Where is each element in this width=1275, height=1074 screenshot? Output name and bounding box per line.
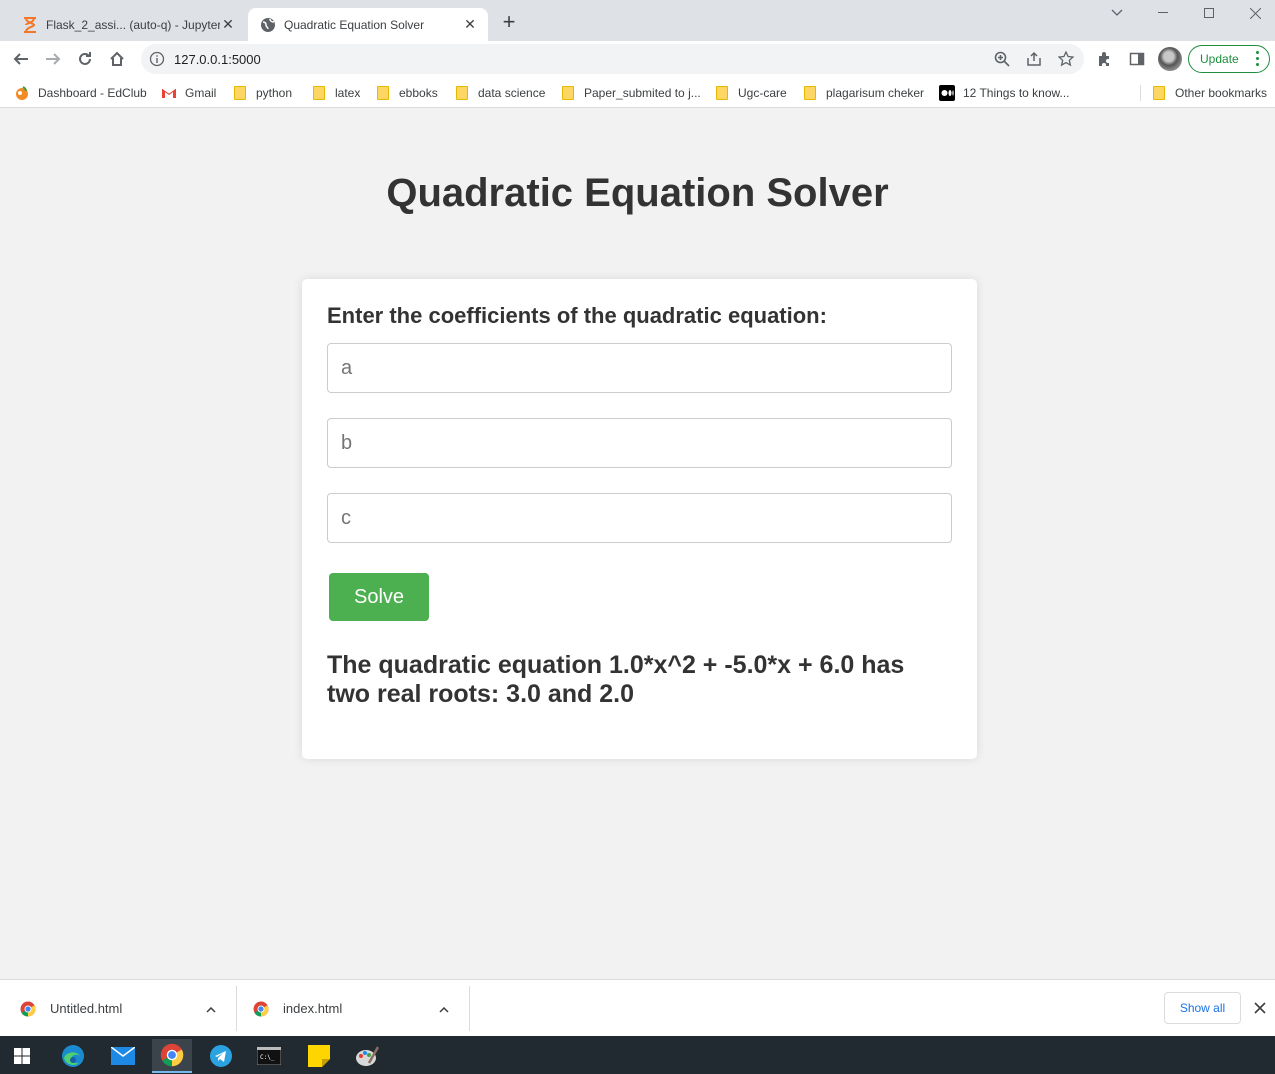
browser-toolbar: 127.0.0.1:5000 Update: [0, 41, 1275, 77]
profile-avatar[interactable]: [1158, 47, 1182, 71]
bookmark-12-things[interactable]: 12 Things to know...: [939, 82, 1070, 104]
bookmark-edclub[interactable]: Dashboard - EdClub: [14, 82, 147, 104]
mail-icon[interactable]: [103, 1039, 143, 1073]
windows-taskbar: C:\_: [0, 1036, 1275, 1074]
tab-title: Flask_2_assi... (auto-q) - JupyterL: [46, 17, 220, 32]
side-panel-icon[interactable]: [1124, 46, 1150, 72]
bookmark-latex[interactable]: latex: [311, 82, 360, 104]
folder-icon: [377, 86, 389, 100]
jupyter-hourglass-icon: [22, 16, 38, 33]
close-download-bar-icon[interactable]: [1250, 998, 1270, 1018]
minimize-icon[interactable]: [1140, 0, 1186, 26]
svg-text:C:\_: C:\_: [260, 1054, 275, 1061]
bookmark-gmail[interactable]: Gmail: [161, 82, 216, 104]
bookmark-label: Paper_submited to j...: [584, 86, 701, 100]
tab-close-icon[interactable]: ✕: [220, 16, 236, 33]
coefficient-b-input[interactable]: [327, 418, 952, 468]
solver-card: Enter the coefficients of the quadratic …: [302, 279, 977, 759]
bookmarks-divider: [1140, 85, 1141, 101]
folder-icon: [562, 86, 574, 100]
tab-strip: Flask_2_assi... (auto-q) - JupyterL ✕ Qu…: [0, 0, 1275, 41]
reload-icon[interactable]: [72, 46, 98, 72]
download-filename: index.html: [283, 1001, 343, 1016]
tab-title: Quadratic Equation Solver: [284, 17, 425, 32]
solve-button[interactable]: Solve: [329, 573, 429, 621]
bookmark-label: Other bookmarks: [1175, 86, 1268, 100]
maximize-icon[interactable]: [1186, 0, 1232, 26]
globe-icon: [260, 17, 276, 33]
chrome-icon: [20, 1001, 36, 1016]
windows-start-icon[interactable]: [2, 1039, 42, 1073]
tab-quadratic-solver[interactable]: Quadratic Equation Solver ✕: [248, 8, 488, 41]
edclub-icon: [16, 86, 28, 100]
extensions-icon[interactable]: [1092, 46, 1118, 72]
bookmark-label: ebboks: [399, 86, 438, 100]
new-tab-icon[interactable]: +: [497, 10, 521, 34]
url-text: 127.0.0.1:5000: [174, 52, 261, 67]
bookmark-plagarisum-cheker[interactable]: plagarisum cheker: [802, 82, 924, 104]
bookmark-python[interactable]: python: [232, 82, 292, 104]
download-item-index[interactable]: index.html: [253, 986, 463, 1031]
bookmark-ugc-care[interactable]: Ugc-care: [714, 82, 787, 104]
show-all-button[interactable]: Show all: [1164, 992, 1241, 1024]
telegram-icon[interactable]: [201, 1039, 241, 1073]
chrome-icon[interactable]: [152, 1039, 192, 1073]
download-divider: [469, 986, 470, 1031]
coefficient-c-input[interactable]: [327, 493, 952, 543]
site-info-icon[interactable]: [149, 51, 165, 67]
back-icon[interactable]: [8, 46, 34, 72]
bookmark-label: Dashboard - EdClub: [38, 86, 147, 100]
download-item-untitled[interactable]: Untitled.html: [20, 986, 230, 1031]
folder-icon: [804, 86, 816, 100]
folder-icon: [456, 86, 468, 100]
tab-close-icon[interactable]: ✕: [462, 16, 478, 33]
update-button[interactable]: Update: [1188, 45, 1270, 73]
folder-icon: [716, 86, 728, 100]
download-divider: [236, 986, 237, 1031]
bookmark-label: python: [256, 86, 293, 100]
bookmark-star-icon[interactable]: [1056, 49, 1076, 69]
bookmark-label: 12 Things to know...: [963, 86, 1070, 100]
bookmarks-bar: Dashboard - EdClub Gmail python latex eb…: [0, 77, 1275, 108]
page-content: Quadratic Equation Solver Enter the coef…: [0, 109, 1275, 979]
bookmark-paper-submitted[interactable]: Paper_submited to j...: [560, 82, 701, 104]
page-title: Quadratic Equation Solver: [386, 171, 889, 215]
gmail-icon: [161, 88, 177, 98]
sticky-notes-icon[interactable]: [299, 1039, 339, 1073]
update-label: Update: [1200, 52, 1239, 66]
folder-icon: [313, 86, 325, 100]
address-bar[interactable]: 127.0.0.1:5000: [141, 44, 1084, 74]
paint-icon[interactable]: [347, 1039, 387, 1073]
coefficient-a-input[interactable]: [327, 343, 952, 393]
bookmark-data-science[interactable]: data science: [454, 82, 545, 104]
other-bookmarks[interactable]: Other bookmarks: [1151, 82, 1267, 104]
result-text: The quadratic equation 1.0*x^2 + -5.0*x …: [327, 651, 905, 708]
form-heading: Enter the coefficients of the quadratic …: [327, 303, 827, 328]
medium-icon: [939, 85, 955, 101]
forward-icon[interactable]: [40, 46, 66, 72]
download-filename: Untitled.html: [50, 1001, 123, 1016]
zoom-icon[interactable]: [992, 49, 1012, 69]
home-icon[interactable]: [104, 46, 130, 72]
bookmark-label: Gmail: [185, 86, 217, 100]
chrome-icon: [253, 1001, 269, 1016]
edge-icon[interactable]: [53, 1039, 93, 1073]
bookmark-label: latex: [335, 86, 361, 100]
download-bar: Untitled.html index.html Show all: [0, 979, 1275, 1036]
bookmark-ebboks[interactable]: ebboks: [375, 82, 438, 104]
chevron-up-icon[interactable]: [439, 1002, 449, 1016]
folder-icon: [234, 86, 246, 100]
chevron-up-icon[interactable]: [206, 1002, 216, 1016]
bookmark-label: Ugc-care: [738, 86, 787, 100]
tab-search-chevron-icon[interactable]: [1094, 0, 1140, 26]
close-window-icon[interactable]: [1232, 0, 1275, 26]
share-icon[interactable]: [1024, 49, 1044, 69]
bookmark-label: data science: [478, 86, 546, 100]
bookmark-label: plagarisum cheker: [826, 86, 925, 100]
menu-dots-icon: [1256, 51, 1260, 66]
folder-icon: [1153, 86, 1165, 100]
terminal-icon[interactable]: C:\_: [249, 1039, 289, 1073]
tab-jupyter[interactable]: Flask_2_assi... (auto-q) - JupyterL ✕: [10, 8, 246, 41]
